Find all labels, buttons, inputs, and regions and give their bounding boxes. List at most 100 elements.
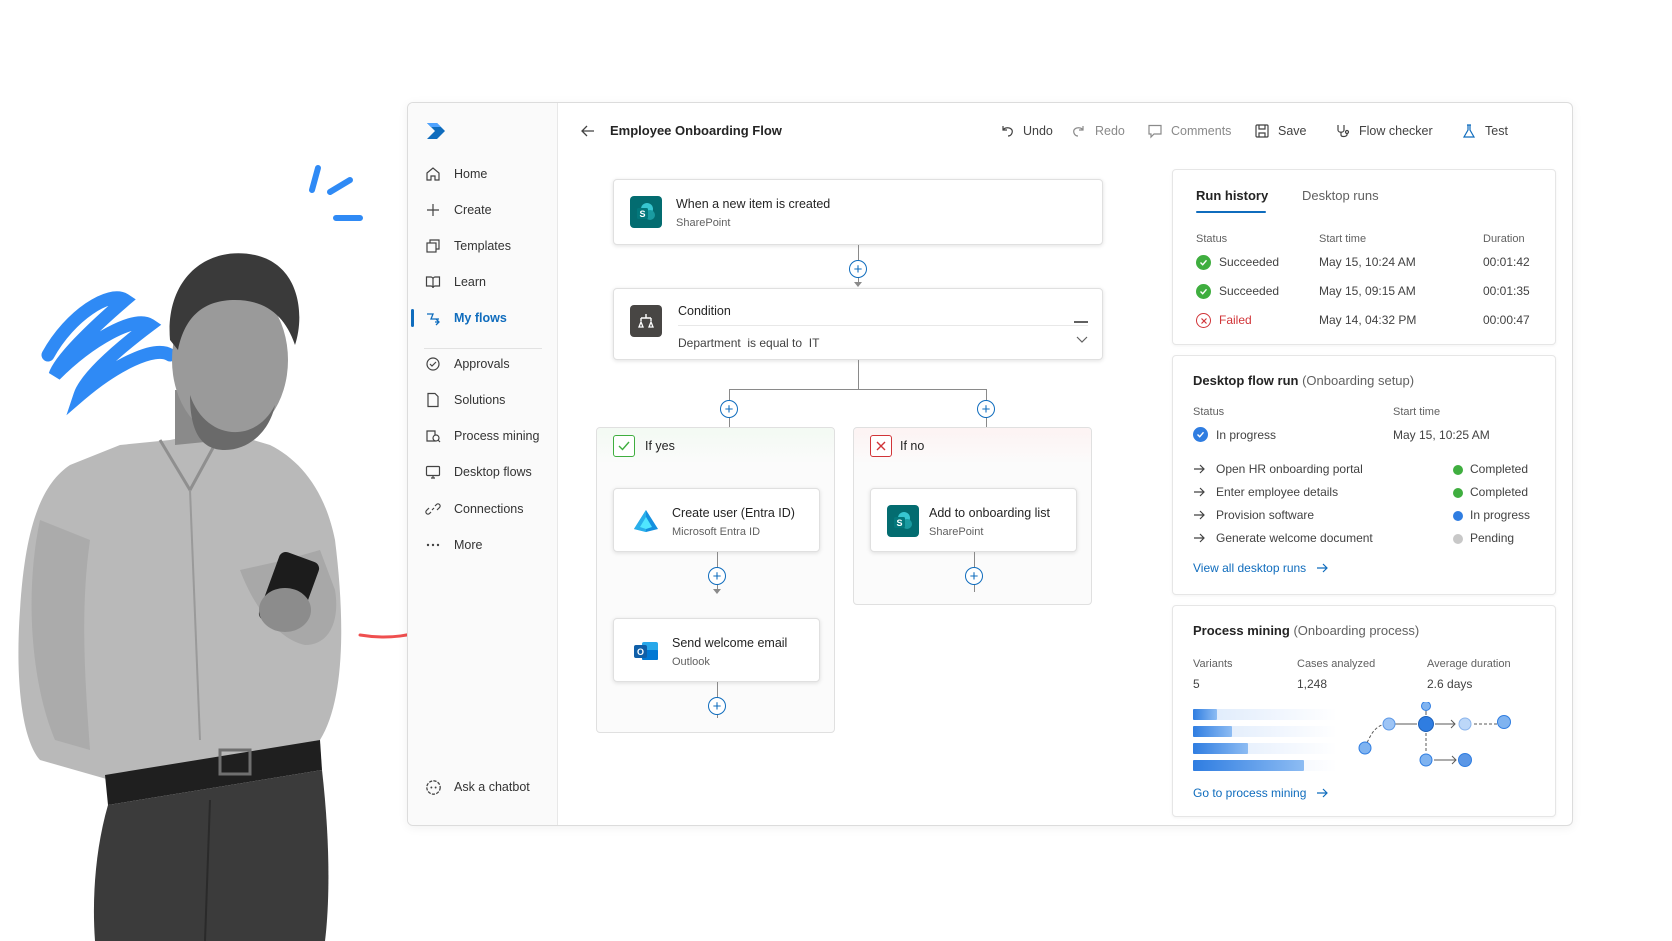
pending-dot-icon xyxy=(1453,534,1463,544)
variant-bar-track xyxy=(1193,760,1337,771)
step-state: Completed xyxy=(1470,462,1529,476)
stat-label: Average duration xyxy=(1427,658,1511,670)
variant-bar xyxy=(1193,726,1232,737)
sidebar-item-desktop-flows[interactable]: Desktop flows xyxy=(418,459,546,485)
flow-canvas: S When a new item is created SharePoint … xyxy=(558,159,1168,825)
monitor-icon xyxy=(424,463,442,481)
sidebar-item-templates[interactable]: Templates xyxy=(418,233,546,259)
sidebar-item-label: Solutions xyxy=(454,393,506,407)
flow-checker-label: Flow checker xyxy=(1359,124,1433,138)
tab-run-history[interactable]: Run history xyxy=(1196,188,1268,203)
column-header-status: Status xyxy=(1196,233,1228,245)
view-all-desktop-runs-link[interactable]: View all desktop runs xyxy=(1193,561,1328,575)
sidebar-item-label: More xyxy=(454,538,483,552)
sidebar-item-home[interactable]: Home xyxy=(418,161,546,187)
document-icon xyxy=(424,391,442,409)
tab-desktop-runs[interactable]: Desktop runs xyxy=(1302,188,1379,203)
toolbar: Employee Onboarding Flow Undo Redo Comme… xyxy=(558,103,1572,159)
ask-chatbot-button[interactable]: Ask a chatbot xyxy=(418,774,546,800)
save-button[interactable]: Save xyxy=(1253,120,1307,142)
stat-value: 2.6 days xyxy=(1427,677,1473,691)
blue-scribble-decoration xyxy=(41,291,177,416)
run-status: Succeeded xyxy=(1219,255,1280,269)
go-to-process-mining-link[interactable]: Go to process mining xyxy=(1193,786,1328,800)
link-icon xyxy=(424,500,442,518)
variant-bar-track xyxy=(1193,743,1337,754)
back-button[interactable] xyxy=(578,121,598,141)
process-mining-icon xyxy=(424,427,442,445)
arrow-left-icon xyxy=(581,125,594,137)
sidebar-item-connections[interactable]: Connections xyxy=(418,496,546,522)
action-title: Add to onboarding list xyxy=(929,506,1050,520)
run-start-time: May 14, 04:32 PM xyxy=(1319,313,1417,327)
add-step-button[interactable]: + xyxy=(708,697,726,715)
sharepoint-icon: S xyxy=(887,505,919,537)
run-start-time: May 15, 10:24 AM xyxy=(1319,255,1416,269)
flask-icon xyxy=(1460,122,1478,140)
process-mining-title: Process mining (Onboarding process) xyxy=(1193,623,1419,638)
action-subtitle: Microsoft Entra ID xyxy=(672,526,761,538)
process-mining-panel: Process mining (Onboarding process) Vari… xyxy=(1172,605,1556,817)
send-email-card[interactable]: O Send welcome email Outlook xyxy=(613,618,820,682)
sidebar-item-create[interactable]: Create xyxy=(418,197,546,223)
undo-icon xyxy=(998,122,1016,140)
run-duration: 00:00:47 xyxy=(1483,313,1530,327)
start-time-label: Start time xyxy=(1393,406,1441,418)
run-status: Succeeded xyxy=(1219,284,1280,298)
add-step-button[interactable]: + xyxy=(977,400,995,418)
redo-icon xyxy=(1070,122,1088,140)
action-subtitle: SharePoint xyxy=(929,526,984,538)
add-step-button[interactable]: + xyxy=(965,567,983,585)
blue-spark-decoration xyxy=(309,165,363,221)
sidebar-item-my-flows[interactable]: My flows xyxy=(411,305,546,331)
action-subtitle: Outlook xyxy=(672,656,710,668)
step-name: Provision software xyxy=(1216,508,1315,522)
svg-text:O: O xyxy=(637,647,644,657)
sidebar-item-label: Approvals xyxy=(454,357,510,371)
chevron-down-icon[interactable] xyxy=(1076,336,1088,344)
stat-value: 5 xyxy=(1193,677,1200,691)
add-to-list-card[interactable]: S Add to onboarding list SharePoint xyxy=(870,488,1077,552)
arrow-right-icon xyxy=(1194,487,1205,497)
add-step-button[interactable]: + xyxy=(708,567,726,585)
desktop-run-context: (Onboarding setup) xyxy=(1302,373,1415,388)
flows-icon xyxy=(424,309,442,327)
add-step-button[interactable]: + xyxy=(720,400,738,418)
step-name: Enter employee details xyxy=(1216,485,1339,499)
sidebar-item-label: Learn xyxy=(454,275,486,289)
create-user-card[interactable]: Create user (Entra ID) Microsoft Entra I… xyxy=(613,488,820,552)
comments-button[interactable]: Comments xyxy=(1146,120,1231,142)
variant-bar xyxy=(1193,743,1248,754)
sidebar-item-solutions[interactable]: Solutions xyxy=(418,387,546,413)
outlook-icon: O xyxy=(630,635,662,667)
redo-button[interactable]: Redo xyxy=(1070,120,1125,142)
trigger-subtitle: SharePoint xyxy=(676,217,731,229)
no-branch-label: If no xyxy=(900,439,925,453)
condition-card[interactable]: Condition Department is equal to IT xyxy=(613,288,1103,360)
sidebar-item-learn[interactable]: Learn xyxy=(418,269,546,295)
collapse-icon[interactable] xyxy=(1074,321,1088,323)
save-label: Save xyxy=(1278,124,1307,138)
sidebar-item-more[interactable]: More xyxy=(418,532,546,558)
condition-title: Condition xyxy=(678,304,731,318)
arrow-right-icon xyxy=(1316,563,1328,573)
success-icon xyxy=(1196,284,1211,299)
no-branch: If no S Add to onboarding list SharePoin… xyxy=(853,427,1092,605)
run-history-panel: Run history Desktop runs Status Start ti… xyxy=(1172,169,1556,345)
person-illustration xyxy=(18,165,420,941)
sidebar-item-label: Connections xyxy=(454,502,524,516)
approvals-icon xyxy=(424,355,442,373)
sidebar-item-process-mining[interactable]: Process mining xyxy=(418,423,546,449)
flow-checker-button[interactable]: Flow checker xyxy=(1334,120,1433,142)
trigger-card[interactable]: S When a new item is created SharePoint xyxy=(613,179,1103,245)
flow-title: Employee Onboarding Flow xyxy=(610,123,782,138)
variant-bar-track xyxy=(1193,726,1337,737)
add-step-button[interactable]: + xyxy=(849,260,867,278)
test-label: Test xyxy=(1485,124,1508,138)
undo-button[interactable]: Undo xyxy=(998,120,1053,142)
sidebar-divider xyxy=(424,348,542,349)
sidebar-item-approvals[interactable]: Approvals xyxy=(418,351,546,377)
test-button[interactable]: Test xyxy=(1460,120,1508,142)
process-mining-title-text: Process mining xyxy=(1193,623,1290,638)
power-automate-logo[interactable] xyxy=(425,120,447,142)
